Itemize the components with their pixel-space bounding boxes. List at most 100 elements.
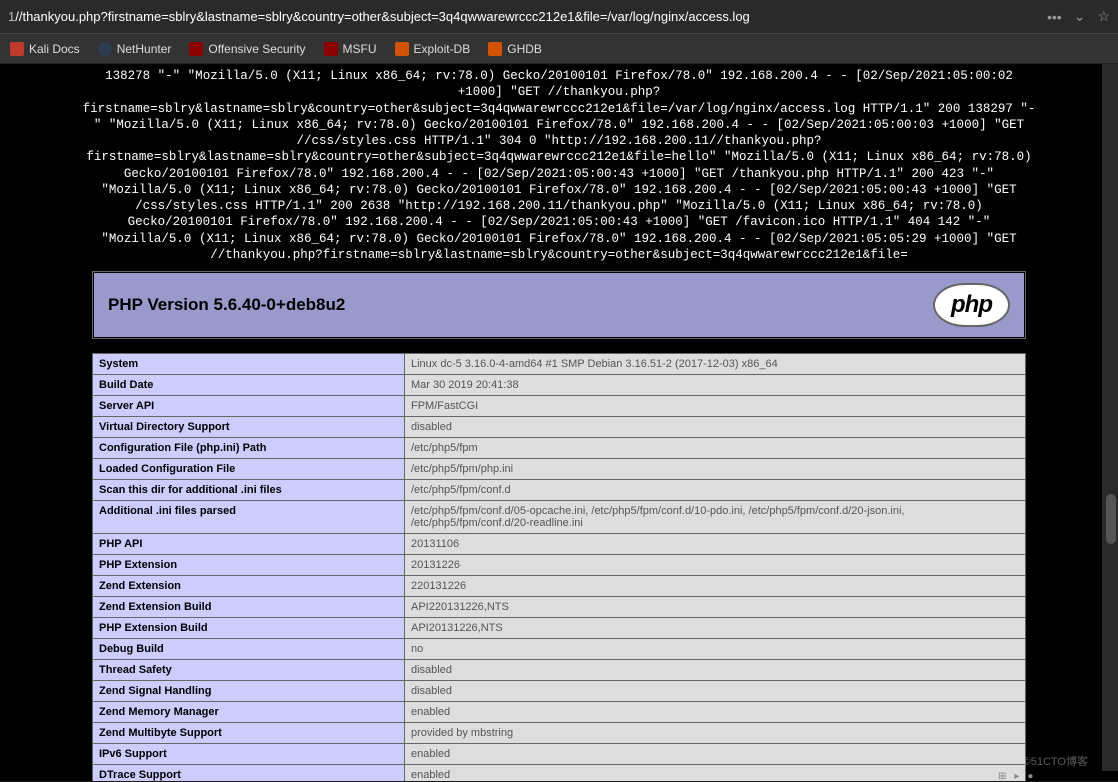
table-row: DTrace Supportenabled xyxy=(93,765,1026,782)
config-key: Build Date xyxy=(93,375,405,396)
php-logo: php xyxy=(933,283,1010,327)
config-key: Zend Extension xyxy=(93,576,405,597)
bookmark-icon xyxy=(488,42,502,56)
config-value: enabled xyxy=(405,702,1026,723)
config-value: API20131226,NTS xyxy=(405,618,1026,639)
bookmark-ghdb[interactable]: GHDB xyxy=(488,42,542,56)
bookmarks-bar: Kali Docs NetHunter Offensive Security MSFU… xyxy=(0,34,1118,64)
config-value: /etc/php5/fpm/conf.d/05-opcache.ini, /et… xyxy=(405,501,1026,534)
config-key: System xyxy=(93,354,405,375)
table-row: Zend Extension220131226 xyxy=(93,576,1026,597)
star-icon[interactable]: ☆ xyxy=(1097,8,1110,25)
bookmark-kali-docs[interactable]: Kali Docs xyxy=(10,42,80,56)
config-value: disabled xyxy=(405,681,1026,702)
config-key: Zend Extension Build xyxy=(93,597,405,618)
table-row: Configuration File (php.ini) Path/etc/ph… xyxy=(93,438,1026,459)
table-row: Zend Signal Handlingdisabled xyxy=(93,681,1026,702)
config-value: Mar 30 2019 20:41:38 xyxy=(405,375,1026,396)
table-row: Virtual Directory Supportdisabled xyxy=(93,417,1026,438)
config-value: disabled xyxy=(405,417,1026,438)
scrollbar-track[interactable] xyxy=(1102,64,1118,771)
table-row: SystemLinux dc-5 3.16.0-4-amd64 #1 SMP D… xyxy=(93,354,1026,375)
config-value: /etc/php5/fpm/php.ini xyxy=(405,459,1026,480)
table-row: Zend Multibyte Supportprovided by mbstri… xyxy=(93,723,1026,744)
config-key: Server API xyxy=(93,396,405,417)
config-value: Linux dc-5 3.16.0-4-amd64 #1 SMP Debian … xyxy=(405,354,1026,375)
indicator-icon: ▸ xyxy=(1014,771,1019,782)
phpinfo-header: PHP Version 5.6.40-0+deb8u2 php xyxy=(93,272,1025,338)
more-icon[interactable]: ••• xyxy=(1047,9,1062,25)
access-log-output: 138278 "-" "Mozilla/5.0 (X11; Linux x86_… xyxy=(0,64,1118,271)
table-row: IPv6 Supportenabled xyxy=(93,744,1026,765)
taskbar-indicator: ⊞ ▸ ● xyxy=(998,771,1118,781)
bookmark-label: NetHunter xyxy=(117,42,172,56)
config-key: Zend Signal Handling xyxy=(93,681,405,702)
config-value: /etc/php5/fpm/conf.d xyxy=(405,480,1026,501)
table-row: PHP Extension20131226 xyxy=(93,555,1026,576)
table-row: Debug Buildno xyxy=(93,639,1026,660)
config-key: Loaded Configuration File xyxy=(93,459,405,480)
url-bar: 1//thankyou.php?firstname=sblry&lastname… xyxy=(0,0,1118,34)
config-key: DTrace Support xyxy=(93,765,405,782)
bookmark-icon xyxy=(324,42,338,56)
config-value: API220131226,NTS xyxy=(405,597,1026,618)
config-value: disabled xyxy=(405,660,1026,681)
bookmark-label: Kali Docs xyxy=(29,42,80,56)
bookmark-exploit-db[interactable]: Exploit-DB xyxy=(395,42,471,56)
table-row: Additional .ini files parsed/etc/php5/fp… xyxy=(93,501,1026,534)
config-value: 20131226 xyxy=(405,555,1026,576)
config-key: PHP API xyxy=(93,534,405,555)
pocket-icon[interactable]: ⌄ xyxy=(1074,8,1086,25)
table-row: Build DateMar 30 2019 20:41:38 xyxy=(93,375,1026,396)
bookmark-label: Offensive Security xyxy=(208,42,305,56)
table-row: Scan this dir for additional .ini files/… xyxy=(93,480,1026,501)
bookmark-label: MSFU xyxy=(343,42,377,56)
indicator-icon: ⊞ xyxy=(998,771,1006,782)
phpinfo-table: SystemLinux dc-5 3.16.0-4-amd64 #1 SMP D… xyxy=(92,353,1026,781)
config-key: Debug Build xyxy=(93,639,405,660)
config-key: Thread Safety xyxy=(93,660,405,681)
bookmark-label: GHDB xyxy=(507,42,542,56)
url-path: //thankyou.php?firstname=sblry&lastname=… xyxy=(15,9,750,24)
config-key: PHP Extension Build xyxy=(93,618,405,639)
url-actions: ••• ⌄ ☆ xyxy=(1047,8,1110,25)
bookmark-icon xyxy=(10,42,24,56)
php-version-title: PHP Version 5.6.40-0+deb8u2 xyxy=(108,295,345,315)
bookmark-label: Exploit-DB xyxy=(414,42,471,56)
config-key: Configuration File (php.ini) Path xyxy=(93,438,405,459)
config-key: Additional .ini files parsed xyxy=(93,501,405,534)
php-logo-text: php xyxy=(951,291,992,319)
bookmark-icon xyxy=(98,42,112,56)
table-row: Zend Memory Managerenabled xyxy=(93,702,1026,723)
url-input[interactable]: 1//thankyou.php?firstname=sblry&lastname… xyxy=(8,9,1047,24)
indicator-dot: ● xyxy=(1027,771,1033,782)
table-row: Server APIFPM/FastCGI xyxy=(93,396,1026,417)
table-row: Loaded Configuration File/etc/php5/fpm/p… xyxy=(93,459,1026,480)
config-key: PHP Extension xyxy=(93,555,405,576)
config-key: IPv6 Support xyxy=(93,744,405,765)
table-row: PHP Extension BuildAPI20131226,NTS xyxy=(93,618,1026,639)
table-row: PHP API20131106 xyxy=(93,534,1026,555)
config-value: FPM/FastCGI xyxy=(405,396,1026,417)
bookmark-nethunter[interactable]: NetHunter xyxy=(98,42,172,56)
phpinfo-header-box: PHP Version 5.6.40-0+deb8u2 php xyxy=(92,271,1026,339)
config-key: Zend Memory Manager xyxy=(93,702,405,723)
bookmark-icon xyxy=(189,42,203,56)
table-row: Zend Extension BuildAPI220131226,NTS xyxy=(93,597,1026,618)
config-key: Scan this dir for additional .ini files xyxy=(93,480,405,501)
scrollbar-thumb[interactable] xyxy=(1106,494,1116,544)
config-key: Zend Multibyte Support xyxy=(93,723,405,744)
config-value: 20131106 xyxy=(405,534,1026,555)
config-key: Virtual Directory Support xyxy=(93,417,405,438)
config-value: no xyxy=(405,639,1026,660)
bookmark-msfu[interactable]: MSFU xyxy=(324,42,377,56)
bookmark-icon xyxy=(395,42,409,56)
config-value: /etc/php5/fpm xyxy=(405,438,1026,459)
table-row: Thread Safetydisabled xyxy=(93,660,1026,681)
config-value: enabled xyxy=(405,744,1026,765)
config-value: provided by mbstring xyxy=(405,723,1026,744)
page-content: 138278 "-" "Mozilla/5.0 (X11; Linux x86_… xyxy=(0,64,1118,781)
config-value: enabled xyxy=(405,765,1026,782)
config-value: 220131226 xyxy=(405,576,1026,597)
bookmark-offensive-security[interactable]: Offensive Security xyxy=(189,42,305,56)
